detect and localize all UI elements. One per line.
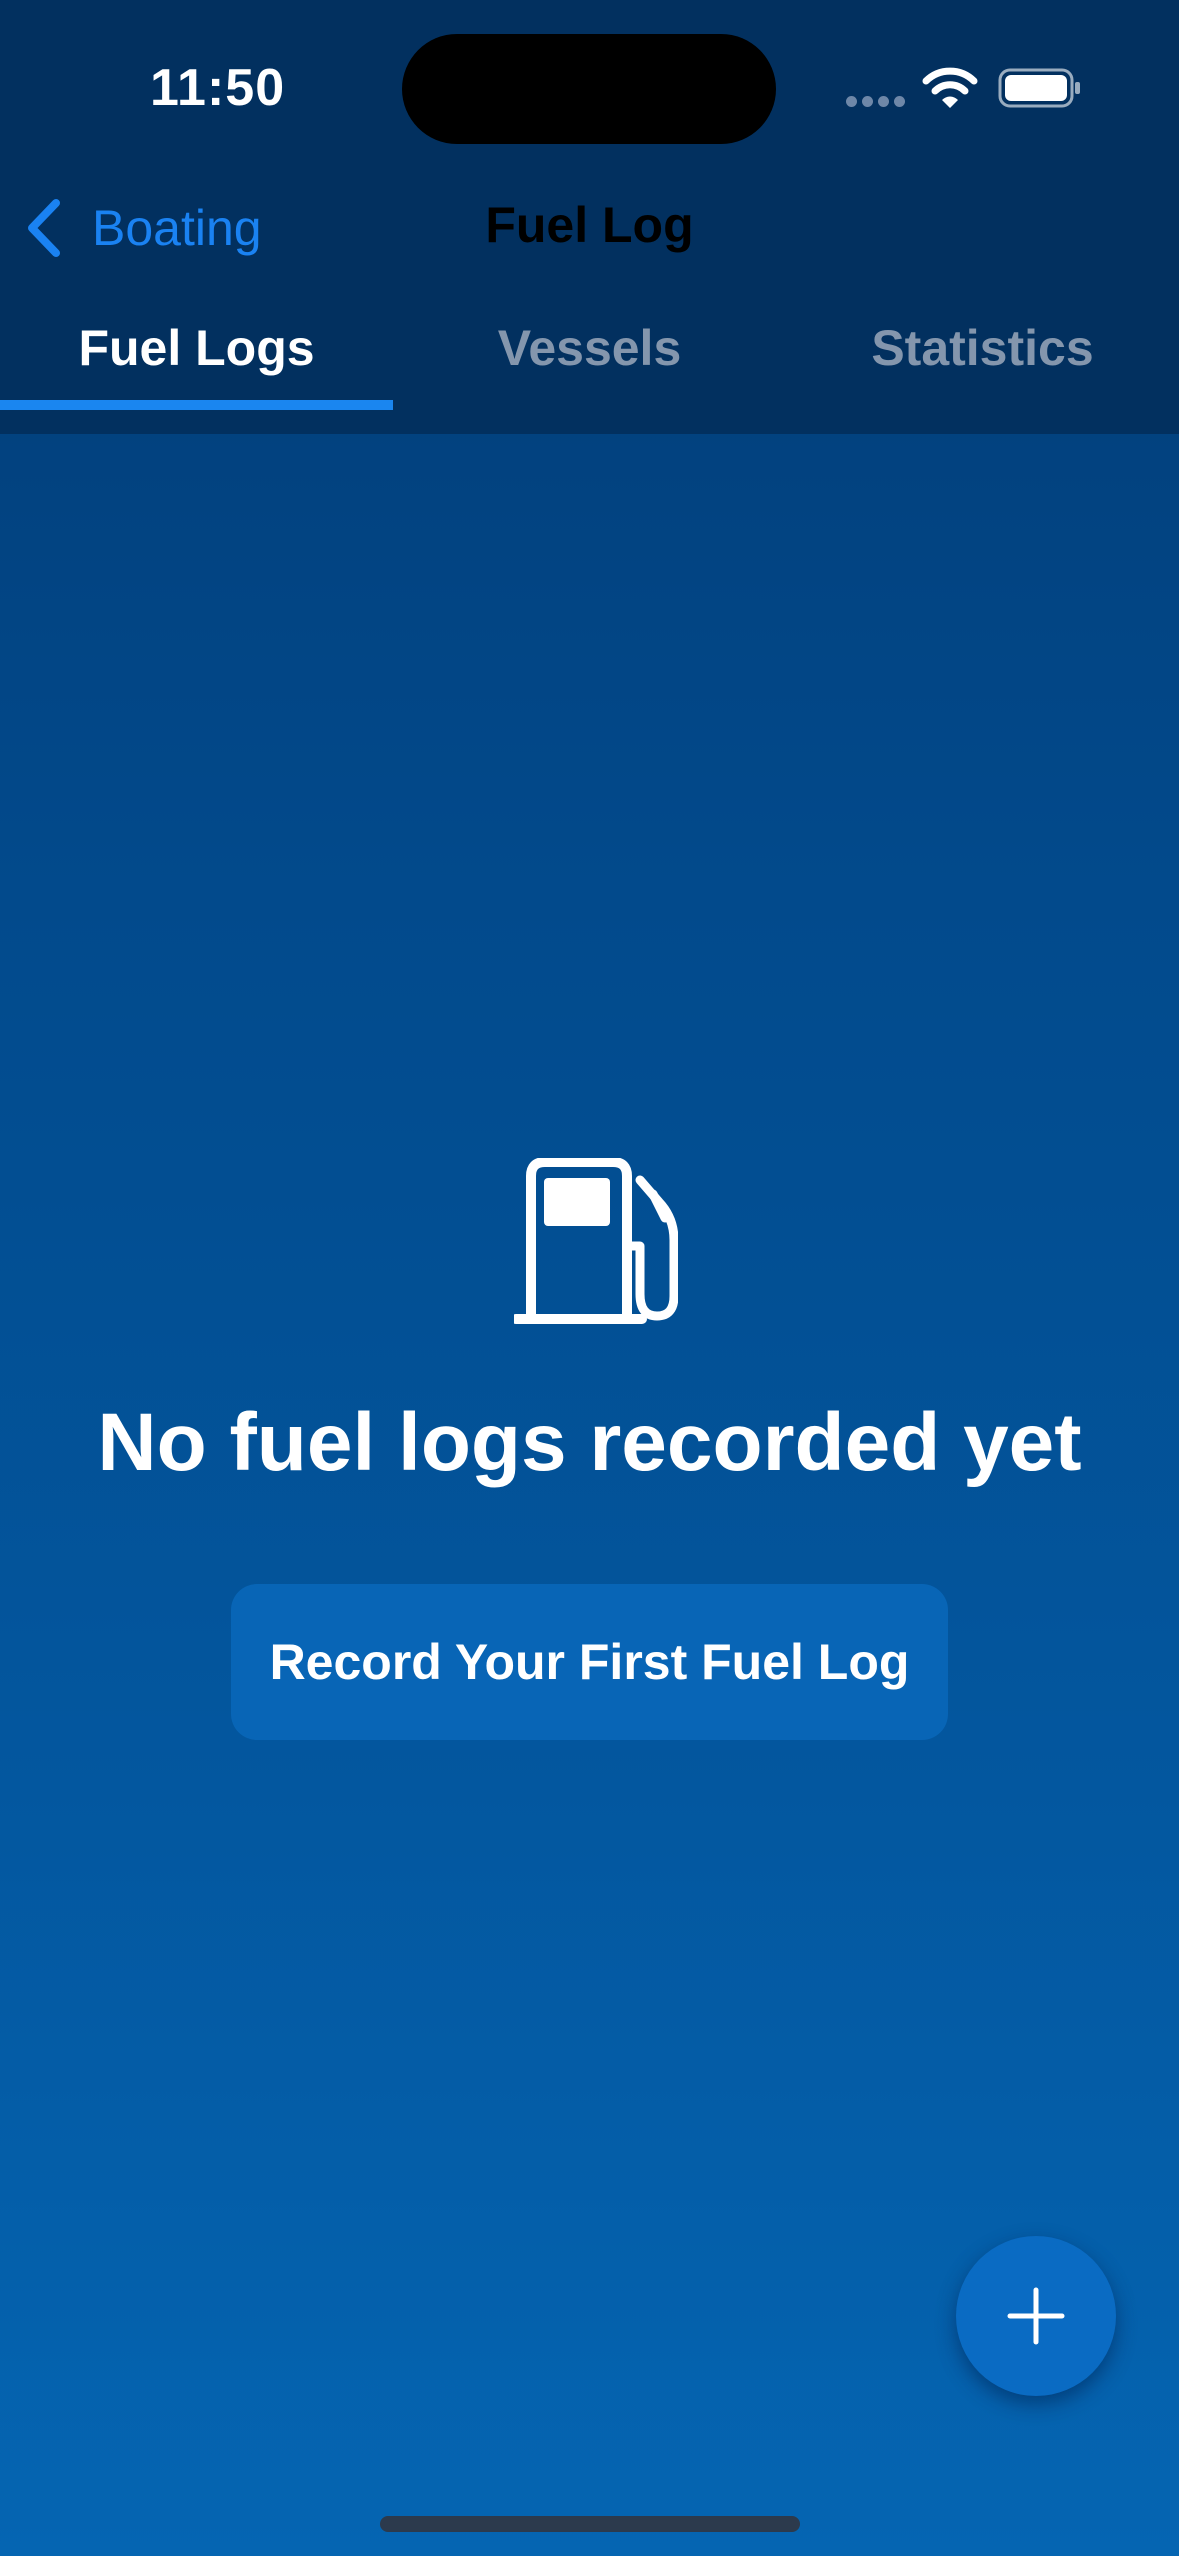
wifi-icon [922, 67, 978, 108]
battery-icon [998, 68, 1080, 108]
record-first-fuel-log-button[interactable]: Record Your First Fuel Log [231, 1584, 948, 1740]
page-title: Fuel Log [485, 197, 694, 253]
fuel-pump-icon [514, 1158, 678, 1324]
active-tab-indicator [0, 400, 393, 410]
status-time: 11:50 [150, 59, 286, 117]
empty-state-message: No fuel logs recorded yet [97, 1397, 1082, 1488]
tab-bar: Fuel Logs Vessels Statistics [0, 300, 1179, 410]
dynamic-island [402, 34, 776, 144]
add-fuel-log-button[interactable] [956, 2236, 1116, 2396]
tab-fuel-logs[interactable]: Fuel Logs [0, 300, 393, 410]
plus-icon [1007, 2287, 1065, 2345]
tab-statistics[interactable]: Statistics [786, 300, 1179, 410]
home-indicator [380, 2516, 800, 2532]
tab-vessels[interactable]: Vessels [393, 300, 786, 410]
cellular-signal-icon [846, 96, 905, 108]
